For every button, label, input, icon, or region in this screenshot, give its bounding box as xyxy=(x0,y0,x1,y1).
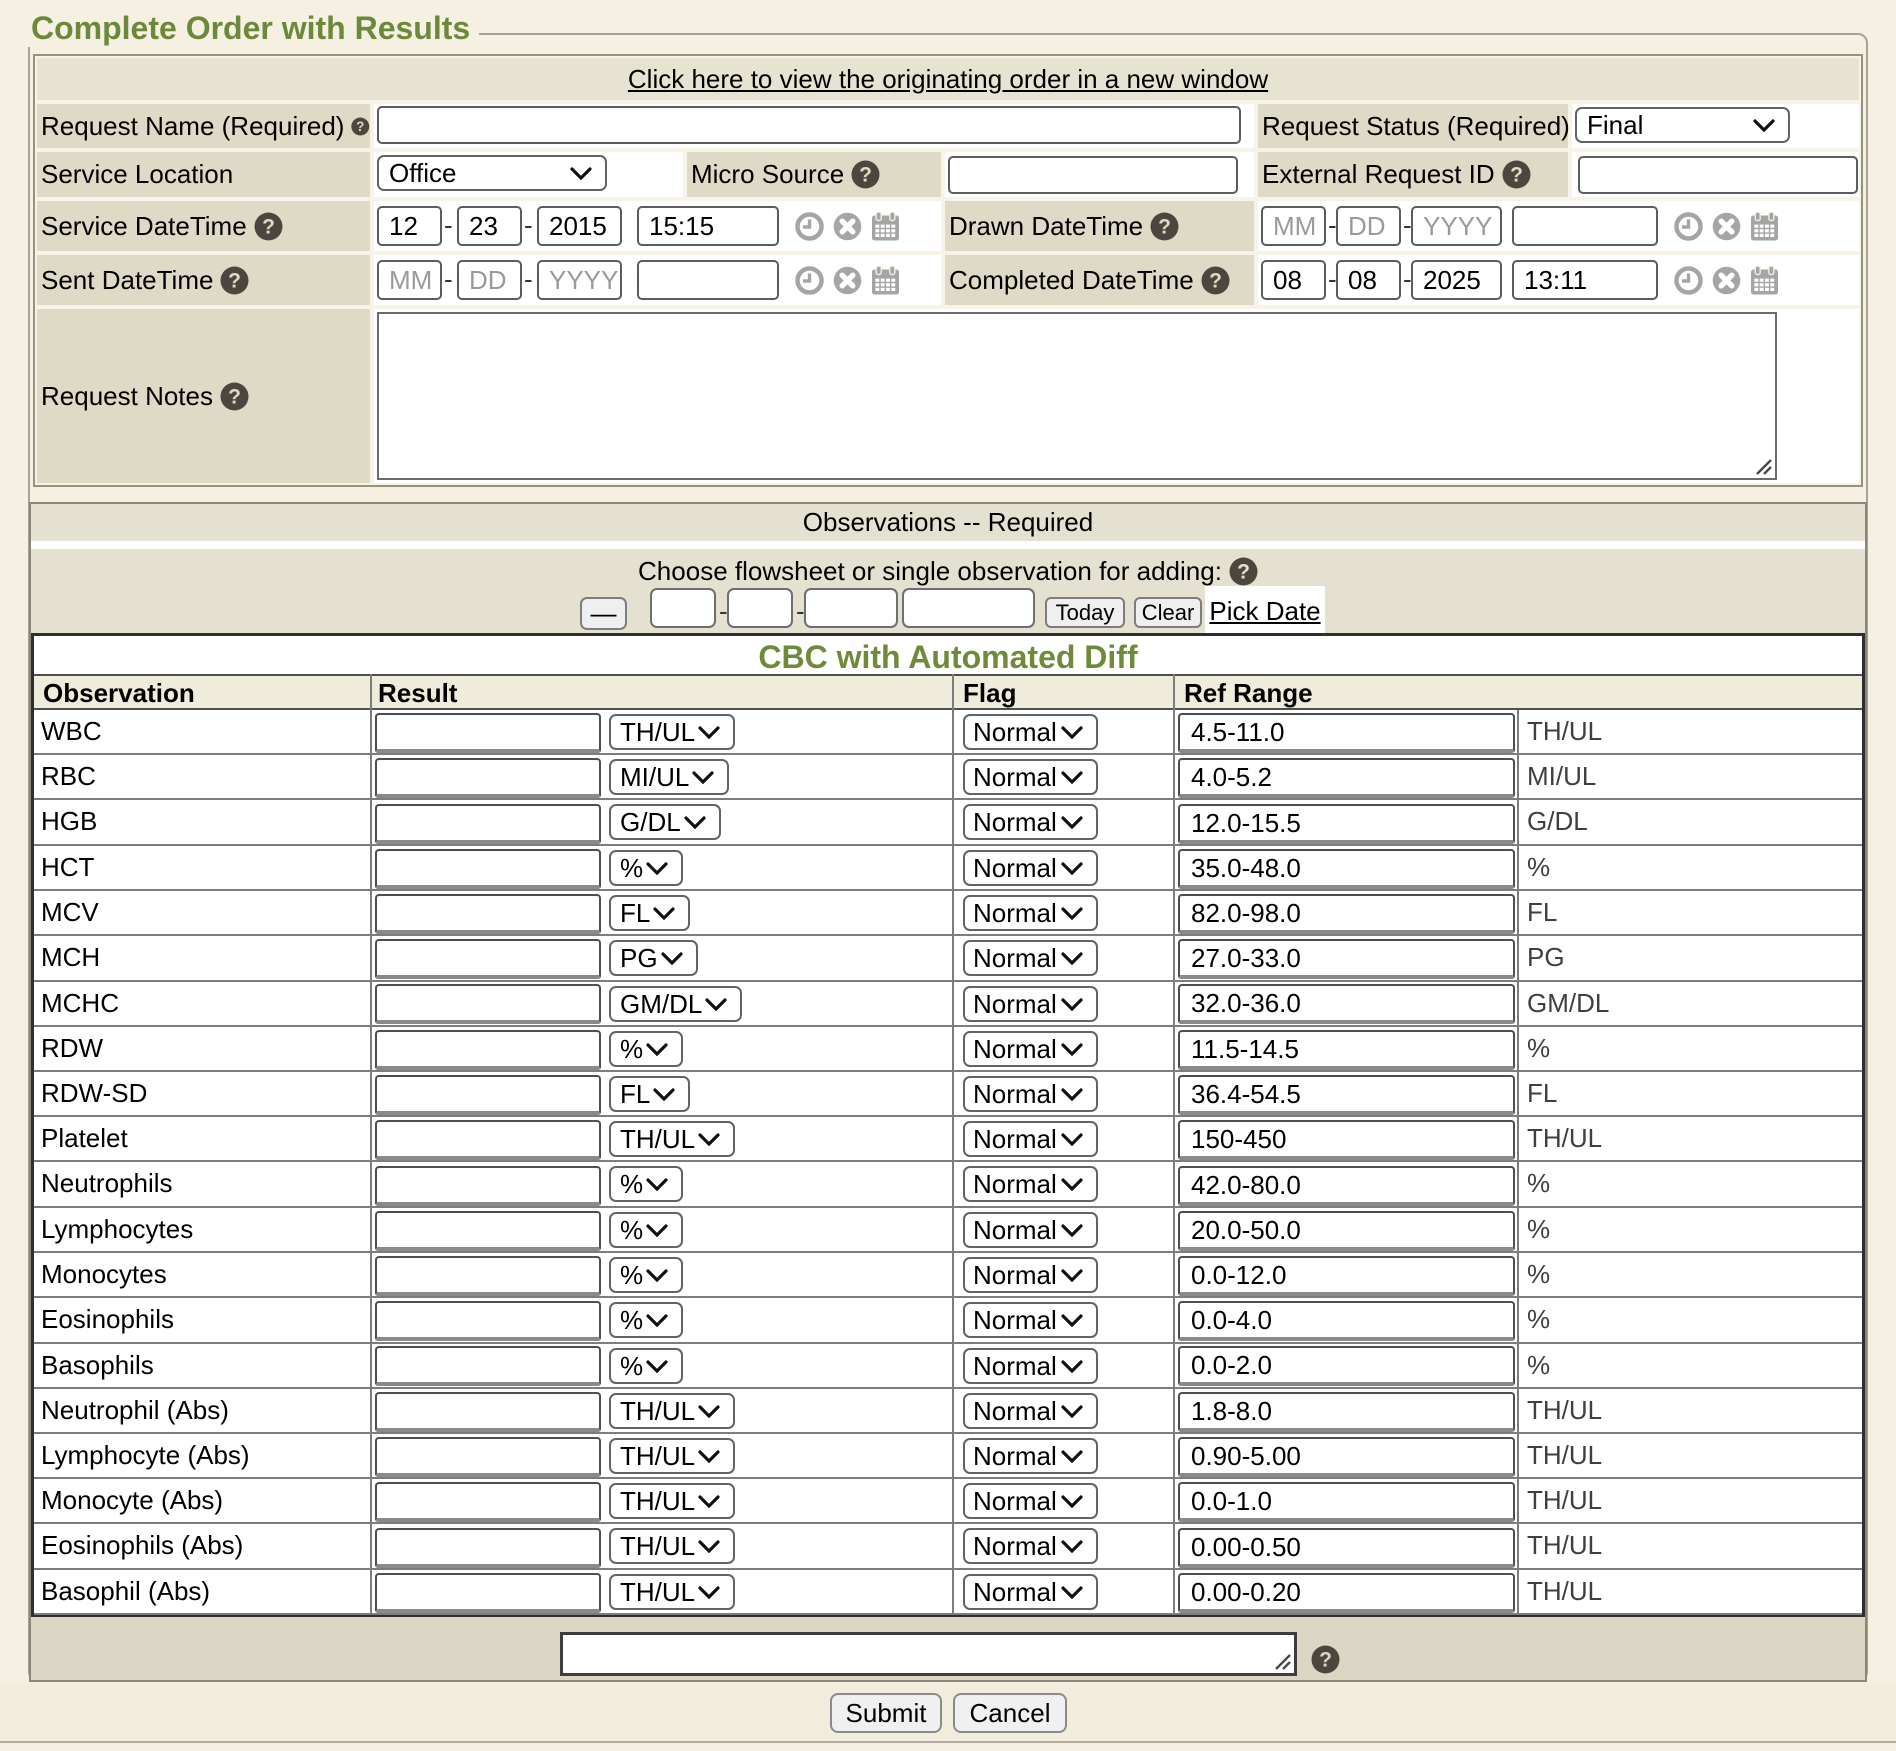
svg-text:?: ? xyxy=(1319,1649,1332,1672)
svg-text:?: ? xyxy=(228,385,241,408)
svg-text:?: ? xyxy=(229,269,242,292)
svg-text:?: ? xyxy=(262,215,275,238)
svg-text:?: ? xyxy=(1510,164,1523,187)
svg-text:?: ? xyxy=(357,118,365,133)
svg-text:?: ? xyxy=(1158,215,1171,238)
svg-text:?: ? xyxy=(859,164,872,187)
svg-text:?: ? xyxy=(1209,269,1222,292)
svg-text:?: ? xyxy=(1237,561,1250,584)
